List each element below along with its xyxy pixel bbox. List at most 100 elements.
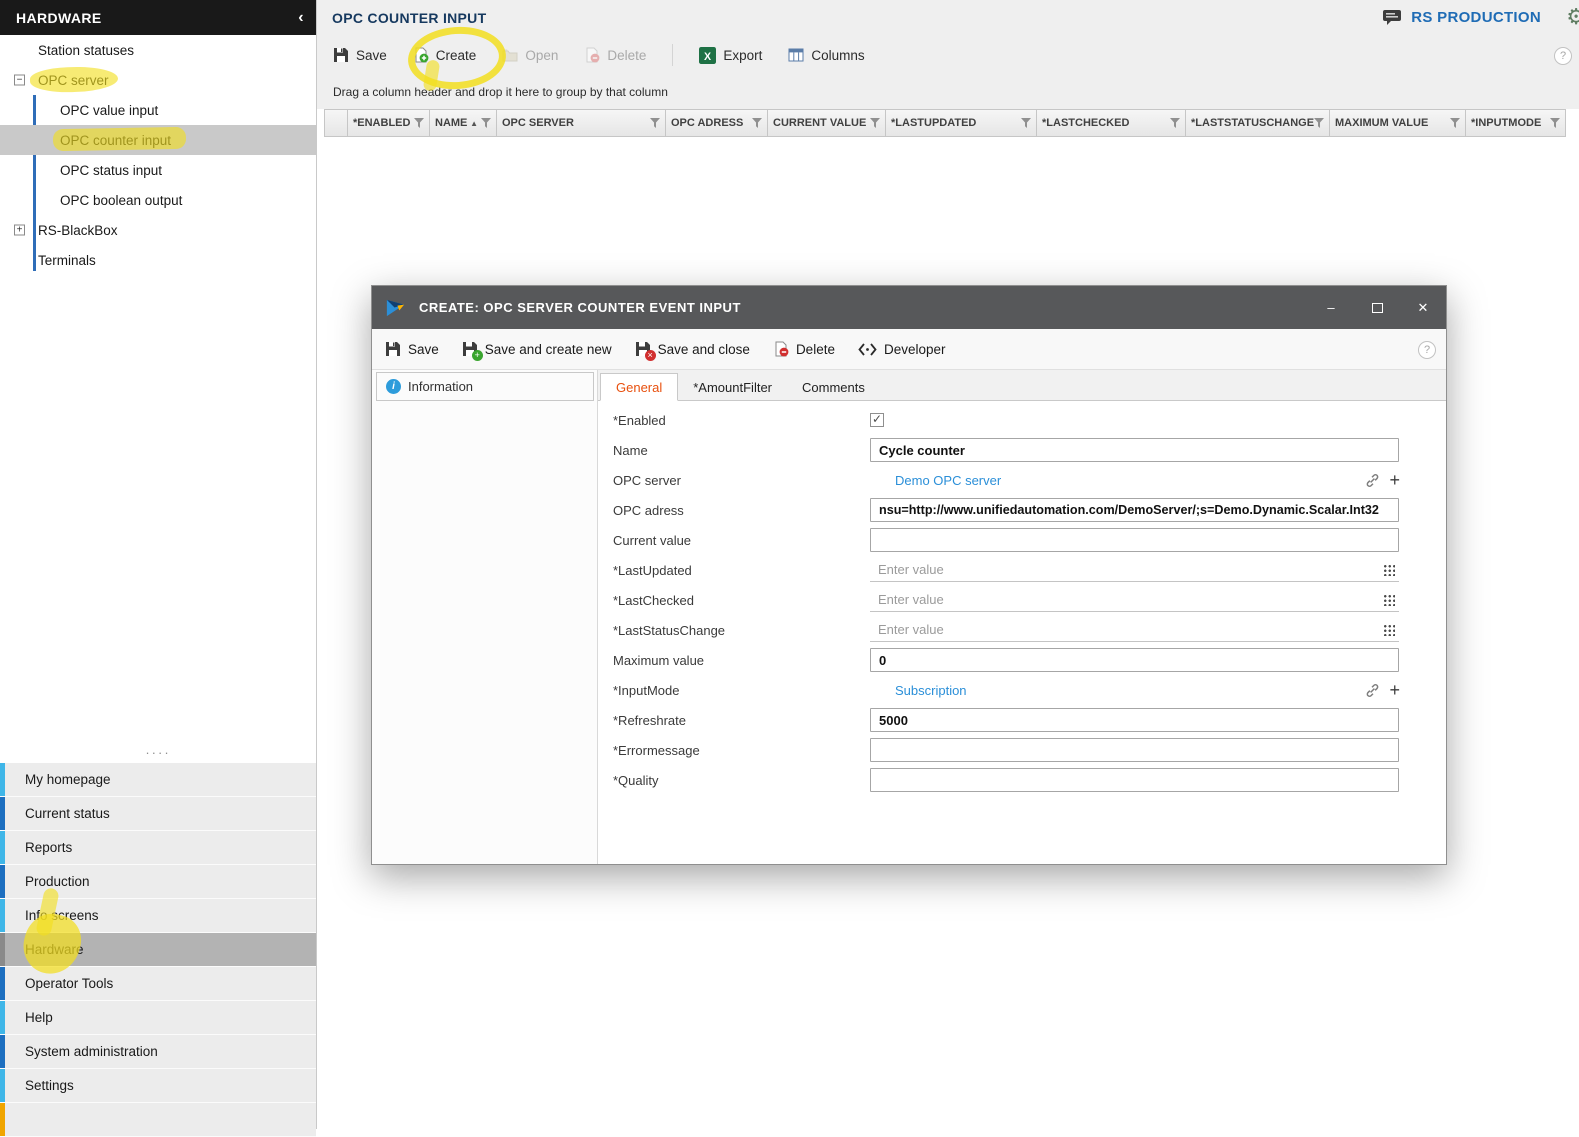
create-button[interactable]: Create [413, 47, 477, 63]
menu-item-partial[interactable] [0, 1103, 316, 1137]
tab-amountfilter[interactable]: *AmountFilter [678, 374, 787, 400]
quality-input[interactable] [870, 768, 1399, 792]
panel-splitter-handle[interactable] [0, 748, 316, 760]
opc-server-link[interactable]: Demo OPC server [895, 473, 1001, 488]
open-button[interactable]: Open [502, 47, 558, 63]
column-header-current-value[interactable]: CURRENT VALUE [768, 109, 886, 137]
minimize-button[interactable]: – [1308, 286, 1354, 329]
tree-item-opc-server[interactable]: − OPC server [0, 65, 316, 95]
save-and-close-button[interactable]: × Save and close [635, 341, 750, 357]
datepicker-icon[interactable] [1382, 623, 1395, 636]
save-button[interactable]: Save [333, 47, 387, 63]
current-value-input[interactable] [870, 528, 1399, 552]
lastchecked-field[interactable]: Enter value [870, 589, 1399, 612]
save-icon [385, 341, 401, 357]
column-header-maximum-value[interactable]: MAXIMUM VALUE [1330, 109, 1466, 137]
maximize-button[interactable] [1354, 286, 1400, 329]
menu-item-system-administration[interactable]: System administration [0, 1035, 316, 1069]
filter-icon[interactable] [481, 118, 491, 128]
help-icon[interactable]: ? [1554, 47, 1572, 65]
tree-item-terminals[interactable]: Terminals [0, 245, 316, 275]
menu-item-settings[interactable]: Settings [0, 1069, 316, 1103]
filter-icon[interactable] [650, 118, 660, 128]
filter-icon[interactable] [870, 118, 880, 128]
column-header-enabled[interactable]: *ENABLED [348, 109, 430, 137]
dialog-titlebar[interactable]: CREATE: OPC SERVER COUNTER EVENT INPUT –… [372, 286, 1446, 329]
column-header-inputmode[interactable]: *INPUTMODE [1466, 109, 1566, 137]
save-icon [333, 47, 349, 63]
link-chain-icon[interactable] [1365, 473, 1380, 488]
filter-icon[interactable] [1450, 118, 1460, 128]
delete-button[interactable]: Delete [584, 47, 646, 63]
name-input[interactable] [870, 438, 1399, 462]
close-button[interactable]: ✕ [1400, 286, 1446, 329]
menu-item-my-homepage[interactable]: My homepage [0, 763, 316, 797]
menu-label: Settings [25, 1078, 74, 1093]
tree-item-rs-blackbox[interactable]: + RS-BlackBox [0, 215, 316, 245]
expand-node-icon[interactable]: + [14, 225, 25, 236]
filter-icon[interactable] [1550, 118, 1560, 128]
laststatuschange-field[interactable]: Enter value [870, 619, 1399, 642]
filter-icon[interactable] [414, 118, 424, 128]
filter-icon[interactable] [1314, 118, 1324, 128]
dialog-help-icon[interactable]: ? [1418, 341, 1436, 359]
settings-gear-icon[interactable]: ⚙ [1566, 4, 1579, 30]
datepicker-icon[interactable] [1382, 593, 1395, 606]
column-label: *LASTSTATUSCHANGE [1191, 117, 1314, 129]
refreshrate-input[interactable] [870, 708, 1399, 732]
tree-item-opc-counter-input[interactable]: OPC counter input [0, 125, 316, 155]
menu-accent-bar [0, 1069, 5, 1102]
menu-item-production[interactable]: Production [0, 865, 316, 899]
add-icon[interactable]: + [1389, 471, 1400, 489]
feedback-chat-icon[interactable] [1382, 9, 1402, 26]
menu-accent-bar [0, 1001, 5, 1034]
save-close-icon: × [635, 341, 651, 357]
filter-icon[interactable] [1021, 118, 1031, 128]
column-header-lastupdated[interactable]: *LASTUPDATED [886, 109, 1037, 137]
group-by-bar[interactable]: Drag a column header and drop it here to… [317, 75, 1579, 109]
menu-item-hardware[interactable]: Hardware [0, 933, 316, 967]
column-header-laststatuschange[interactable]: *LASTSTATUSCHANGE [1186, 109, 1330, 137]
filter-icon[interactable] [1170, 118, 1180, 128]
errormessage-input[interactable] [870, 738, 1399, 762]
dialog-save-button[interactable]: Save [385, 341, 439, 357]
collapse-sidebar-icon[interactable]: ‹ [298, 9, 304, 27]
developer-button[interactable]: Developer [858, 342, 946, 357]
tab-comments[interactable]: Comments [787, 374, 880, 400]
menu-item-reports[interactable]: Reports [0, 831, 316, 865]
add-icon[interactable]: + [1389, 681, 1400, 699]
link-chain-icon[interactable] [1365, 683, 1380, 698]
menu-item-operator-tools[interactable]: Operator Tools [0, 967, 316, 1001]
column-header-opc-server[interactable]: OPC SERVER [497, 109, 666, 137]
information-panel-item[interactable]: i Information [376, 372, 594, 401]
field-label-enabled: *Enabled [598, 413, 870, 428]
tab-general[interactable]: General [600, 373, 678, 401]
menu-item-info-screens[interactable]: Info screens [0, 899, 316, 933]
column-header-lastchecked[interactable]: *LASTCHECKED [1037, 109, 1186, 137]
columns-button[interactable]: Columns [788, 47, 864, 63]
column-label: MAXIMUM VALUE [1335, 117, 1428, 129]
field-label-opc-adress: OPC adress [598, 503, 870, 518]
collapse-node-icon[interactable]: − [14, 75, 25, 86]
tree-item-opc-value-input[interactable]: OPC value input [0, 95, 316, 125]
tree-item-opc-boolean-output[interactable]: OPC boolean output [0, 185, 316, 215]
enabled-checkbox[interactable] [870, 413, 884, 427]
tree-item-opc-status-input[interactable]: OPC status input [0, 155, 316, 185]
opc-adress-input[interactable] [870, 498, 1399, 522]
menu-accent-bar [0, 831, 5, 864]
menu-item-help[interactable]: Help [0, 1001, 316, 1035]
export-button[interactable]: X Export [699, 47, 762, 64]
inputmode-link[interactable]: Subscription [895, 683, 967, 698]
save-and-create-new-button[interactable]: + Save and create new [462, 341, 612, 357]
column-header-opc-adress[interactable]: OPC ADRESS [666, 109, 768, 137]
menu-item-current-status[interactable]: Current status [0, 797, 316, 831]
dialog-delete-button[interactable]: Delete [773, 341, 835, 357]
column-header-name[interactable]: NAME ▲ [430, 109, 497, 137]
datepicker-icon[interactable] [1382, 563, 1395, 576]
maximum-value-input[interactable] [870, 648, 1399, 672]
filter-icon[interactable] [752, 118, 762, 128]
menu-label: Info screens [25, 908, 99, 923]
lastupdated-field[interactable]: Enter value [870, 559, 1399, 582]
tree-item-station-statuses[interactable]: Station statuses [0, 35, 316, 65]
hardware-tree: Station statuses − OPC server OPC value … [0, 35, 316, 275]
